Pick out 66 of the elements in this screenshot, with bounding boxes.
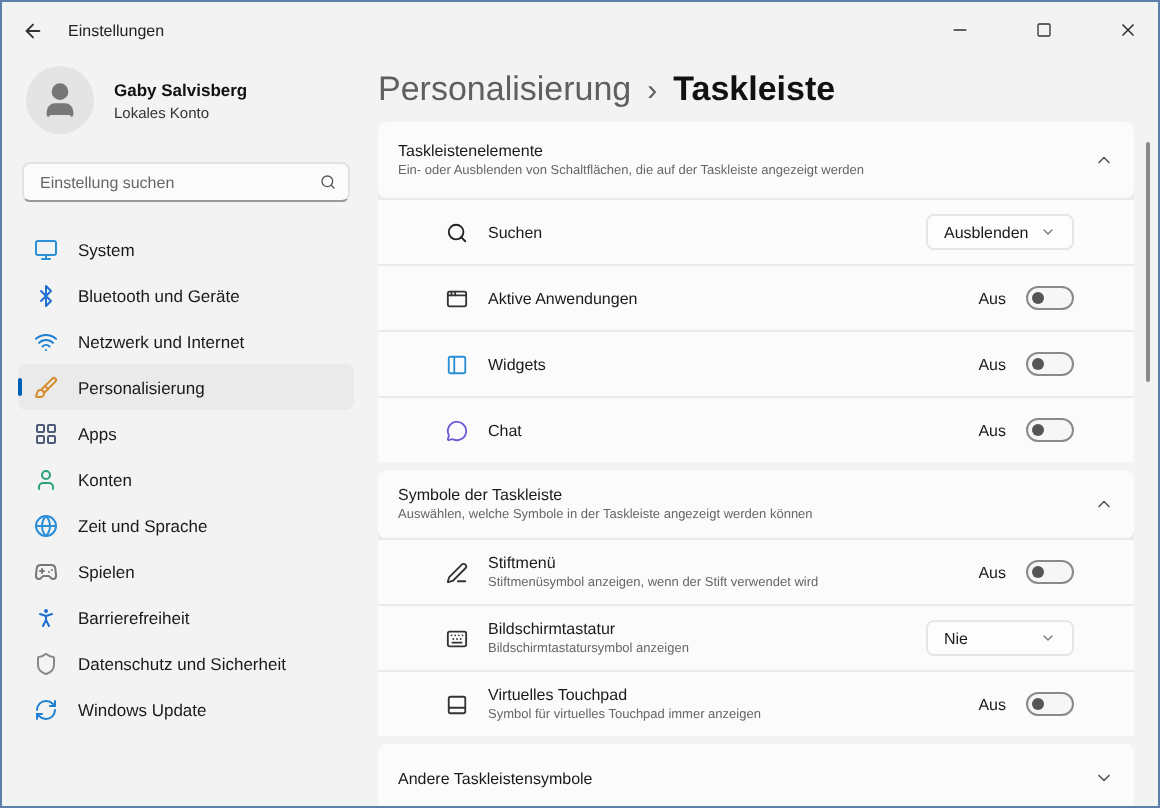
dropdown[interactable]: Nie: [926, 620, 1074, 656]
wifi-icon: [34, 329, 58, 353]
window-icon: [446, 287, 468, 309]
setting-label: Widgets: [488, 355, 548, 373]
breadcrumb-separator: ›: [647, 73, 658, 107]
page-title: Taskleiste: [673, 70, 836, 110]
section-title: Andere Taskleistensymbole: [398, 769, 595, 787]
chat-bubble-icon: [446, 419, 468, 441]
breadcrumb-parent[interactable]: Personalisierung: [378, 70, 632, 110]
section-title: Symbole der Taskleiste: [398, 486, 565, 504]
toggle-switch[interactable]: [1026, 692, 1074, 716]
globe-icon: [34, 513, 58, 537]
setting-label: Aktive Anwendungen: [488, 289, 640, 307]
toggle-state-label: Aus: [978, 695, 1006, 713]
pen-icon: [446, 561, 468, 583]
search-input[interactable]: Einstellung suchen: [36, 171, 320, 193]
back-icon[interactable]: [22, 19, 44, 41]
touchpad-icon: [446, 693, 468, 715]
chevron-down-icon: [1040, 224, 1056, 240]
nav-item[interactable]: Windows Update: [18, 686, 354, 732]
bluetooth-icon: [34, 283, 58, 307]
nav-item[interactable]: Spielen: [18, 548, 354, 594]
widget-panel-icon: [446, 353, 468, 375]
maximize-icon: [1036, 22, 1052, 38]
brush-icon: [34, 375, 58, 399]
monitor-icon: [34, 237, 58, 261]
nav-item[interactable]: Datenschutz und Sicherheit: [18, 640, 354, 686]
avatar: [26, 66, 94, 134]
section-title: Taskleistenelemente: [398, 142, 545, 160]
setting-label: Chat: [488, 421, 524, 439]
search-icon: [446, 221, 468, 243]
chevron-down-icon: [1040, 630, 1056, 646]
toggle-state-label: Aus: [978, 563, 1006, 581]
toggle-switch[interactable]: [1026, 286, 1074, 310]
nav-item[interactable]: System: [18, 226, 354, 272]
nav-item[interactable]: Konten: [18, 456, 354, 502]
search-field[interactable]: Einstellung suchen: [22, 162, 350, 202]
nav-item[interactable]: Barrierefreiheit: [18, 594, 354, 640]
toggle-state-label: Aus: [978, 355, 1006, 373]
nav-item[interactable]: Apps: [18, 410, 354, 456]
keyboard-icon: [446, 627, 468, 649]
toggle-switch[interactable]: [1026, 418, 1074, 442]
update-icon: [34, 697, 58, 721]
setting-label: Suchen: [488, 223, 545, 241]
toggle-switch[interactable]: [1026, 560, 1074, 584]
search-icon: [320, 174, 336, 190]
nav-item[interactable]: Netzwerk und Internet: [18, 318, 354, 364]
apps-grid-icon: [34, 421, 58, 445]
accessibility-icon: [34, 605, 58, 629]
nav-item[interactable]: Zeit und Sprache: [18, 502, 354, 548]
dropdown[interactable]: Ausblenden: [926, 214, 1074, 250]
nav-item[interactable]: Bluetooth und Geräte: [18, 272, 354, 318]
setting-label: Stiftmenü: [488, 554, 558, 572]
person-icon: [34, 467, 58, 491]
close-icon: [1118, 20, 1138, 40]
shield-icon: [34, 651, 58, 675]
user-name: Gaby Salvisberg: [114, 79, 248, 99]
setting-label: Virtuelles Touchpad: [488, 686, 630, 704]
toggle-switch[interactable]: [1026, 352, 1074, 376]
setting-label: Bildschirmtastatur: [488, 620, 618, 638]
section-header[interactable]: Andere Taskleistensymbole: [378, 744, 1134, 806]
toggle-state-label: Aus: [978, 289, 1006, 307]
gamepad-icon: [34, 559, 58, 583]
nav-item[interactable]: Personalisierung: [18, 364, 354, 410]
toggle-state-label: Aus: [978, 421, 1006, 439]
window-title: Einstellungen: [68, 21, 167, 39]
